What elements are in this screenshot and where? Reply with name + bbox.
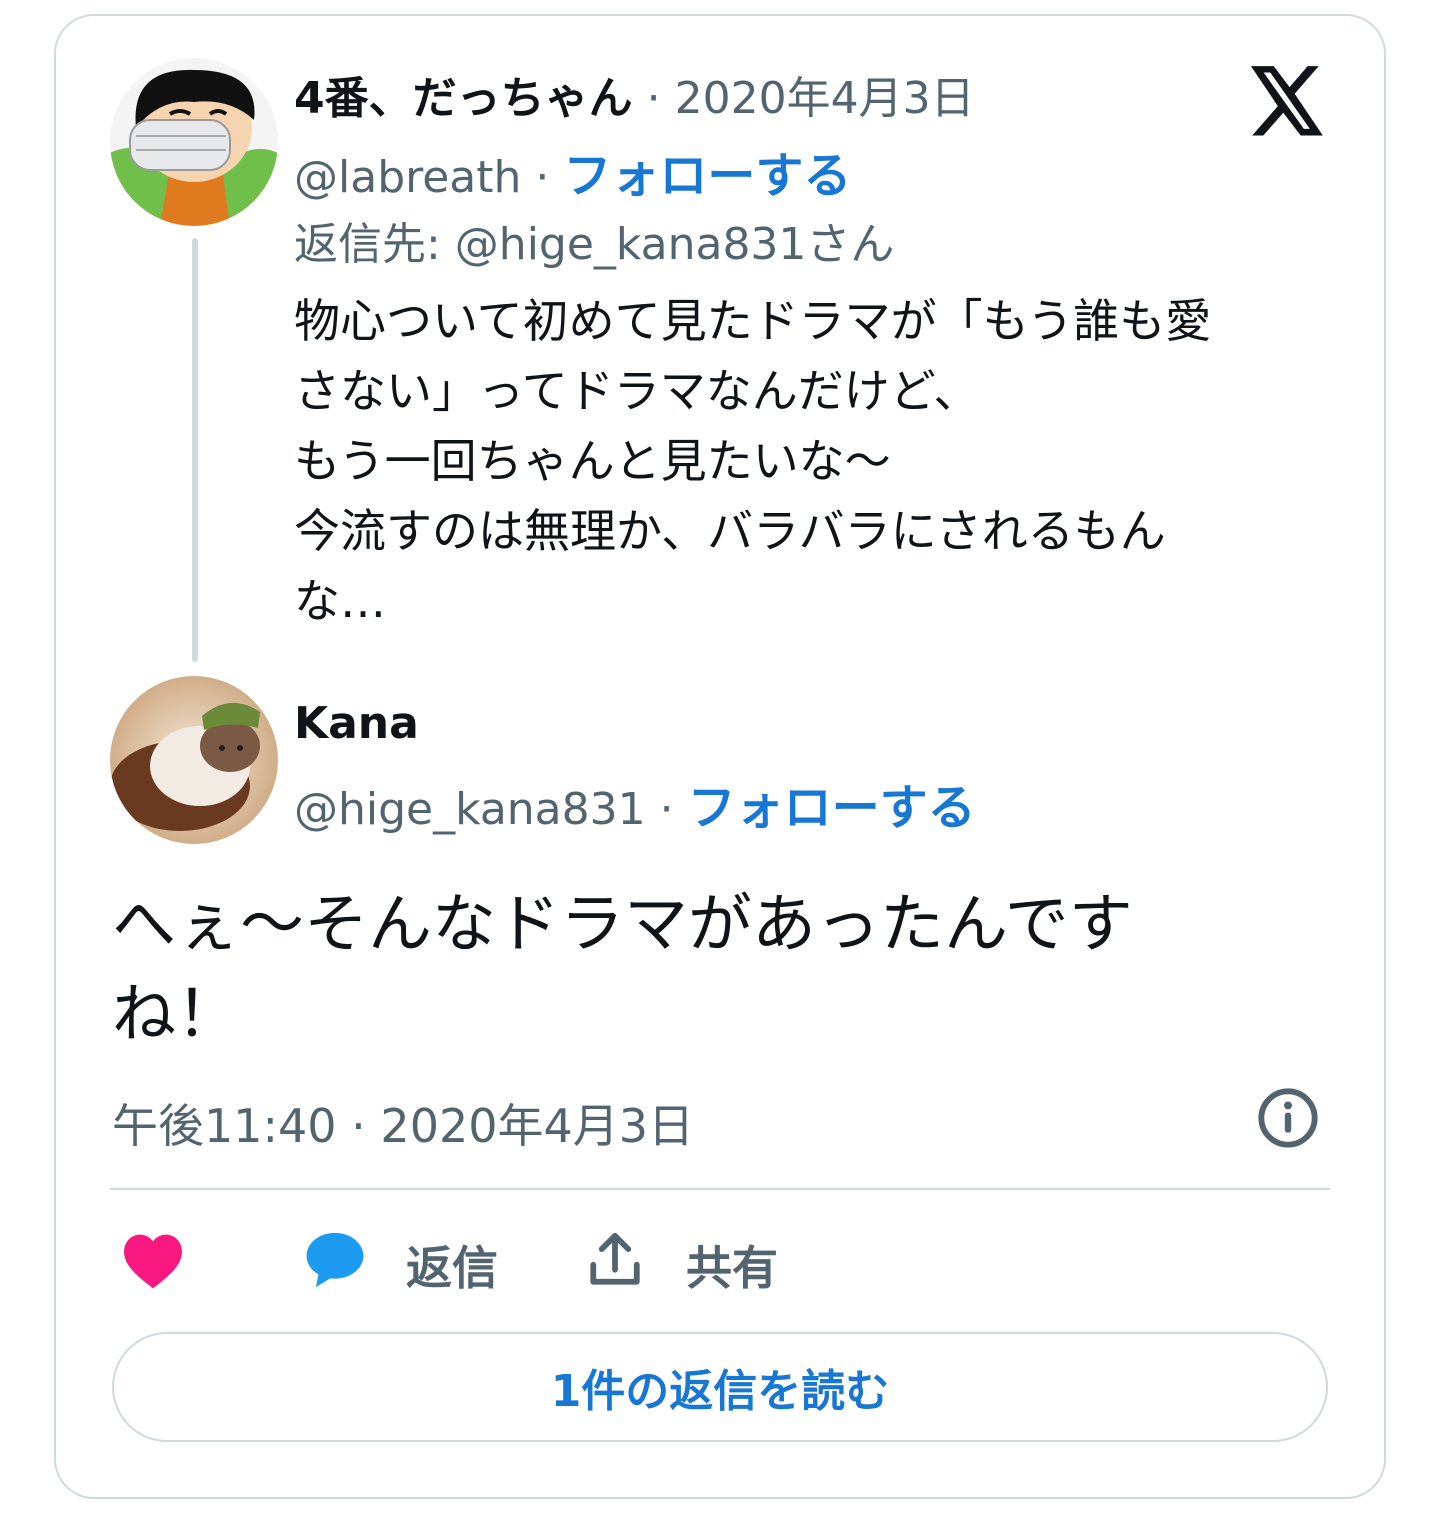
x-logo-icon[interactable] <box>1250 66 1326 136</box>
user-handle[interactable]: @hige_kana831 <box>294 784 646 835</box>
reply-to-label[interactable]: 返信先: @hige_kana831さん <box>294 208 894 272</box>
avatar-labreath[interactable] <box>110 58 278 226</box>
separator: · <box>535 152 550 203</box>
speech-bubble-icon[interactable] <box>304 1230 366 1290</box>
tweet-date[interactable]: 2020年4月3日 <box>675 62 975 126</box>
avatar-hige-kana831[interactable] <box>110 676 278 844</box>
text-line: もう一回ちゃんと見たいな〜 <box>294 434 891 488</box>
share-button-label[interactable]: 共有 <box>686 1232 778 1298</box>
separator: · <box>659 784 674 835</box>
display-name[interactable]: 4番、だっちゃん <box>294 62 633 126</box>
main-tweet-text: へぇ〜そんなドラマがあったんです ね！ <box>112 880 1133 1060</box>
display-name[interactable]: Kana <box>294 698 419 749</box>
text-line: へぇ〜そんなドラマがあったんです <box>112 888 1133 962</box>
text-line: 物心ついて初めて見たドラマが「もう誰も愛 <box>294 294 1212 348</box>
divider <box>110 1188 1330 1190</box>
tweet-timestamp[interactable]: 午後11:40 · 2020年4月3日 <box>112 1090 694 1156</box>
main-tweet-handle-row: @hige_kana831 · フォローする <box>294 768 976 838</box>
reply-button-label[interactable]: 返信 <box>406 1232 498 1298</box>
heart-icon[interactable] <box>122 1232 184 1290</box>
read-replies-button[interactable]: 1件の返信を読む <box>112 1332 1328 1442</box>
quoted-tweet-handle-row: @labreath · フォローする <box>294 136 851 206</box>
separator: · <box>646 73 661 124</box>
text-line: ね！ <box>112 978 240 1052</box>
cat-photo-avatar <box>110 676 278 844</box>
text-line: 今流すのは無理か、バラバラにされるもん <box>294 504 1166 558</box>
follow-button[interactable]: フォローする <box>688 768 976 838</box>
follow-button[interactable]: フォローする <box>563 136 851 206</box>
read-replies-label: 1件の返信を読む <box>550 1366 890 1417</box>
thread-connector-line <box>192 238 198 662</box>
share-upload-icon[interactable] <box>586 1230 644 1290</box>
text-line: な… <box>294 574 386 628</box>
user-handle[interactable]: @labreath <box>294 152 521 203</box>
info-icon[interactable] <box>1256 1086 1320 1150</box>
text-line: さない」ってドラマなんだけど、 <box>294 364 980 418</box>
quoted-tweet-header: 4番、だっちゃん · 2020年4月3日 <box>294 62 975 126</box>
quoted-tweet-text: 物心ついて初めて見たドラマが「もう誰も愛 さない」ってドラマなんだけど、 もう一… <box>294 286 1334 636</box>
cartoon-avatar-illustration <box>110 58 278 226</box>
